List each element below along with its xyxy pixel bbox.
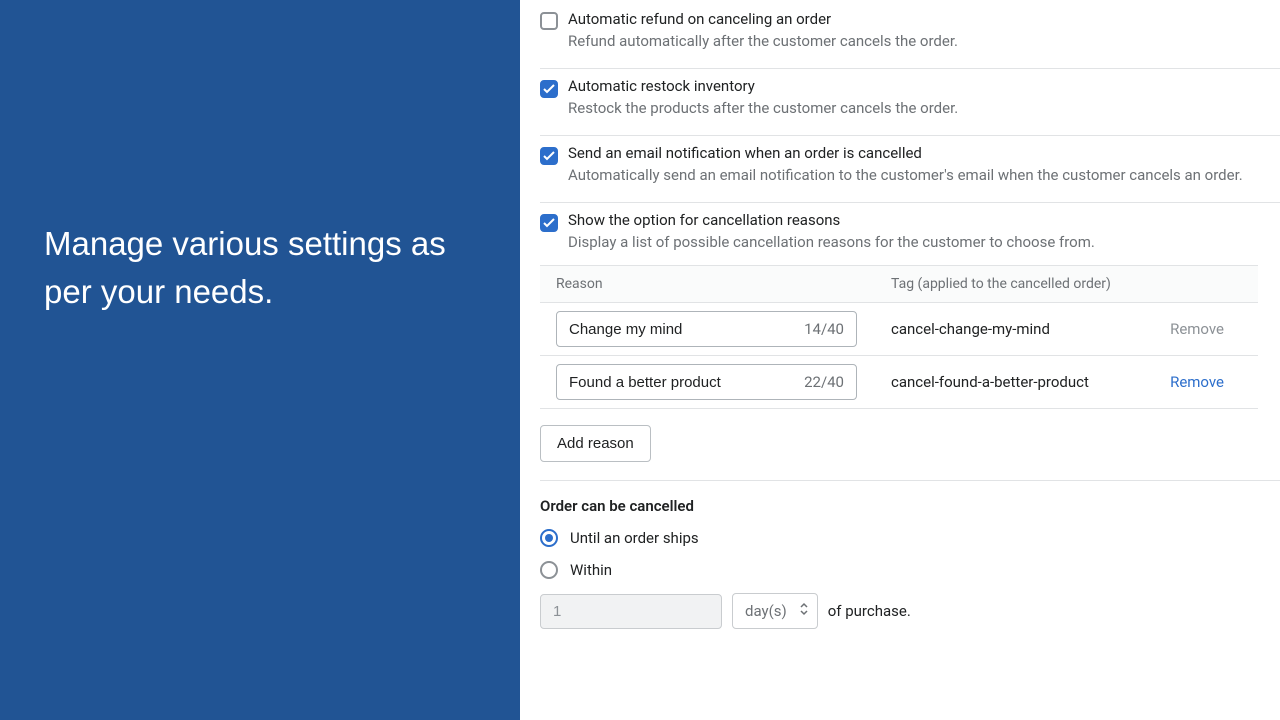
reason-text-field[interactable] [569,321,804,338]
label-auto-refund: Automatic refund on canceling an order [568,10,1260,28]
reason-input[interactable]: 14/40 [556,311,857,347]
setting-show-reasons: Show the option for cancellation reasons… [540,203,1280,261]
label-show-reasons: Show the option for cancellation reasons [568,211,1260,229]
setting-auto-restock: Automatic restock inventory Restock the … [540,69,1280,136]
within-number-input[interactable] [540,594,722,629]
reason-row: 14/40 cancel-change-my-mind Remove [540,303,1258,356]
char-count: 14/40 [804,320,844,338]
reason-tag: cancel-found-a-better-product [891,373,1170,391]
radio-within[interactable] [540,561,558,579]
radio-label-within: Within [570,561,612,579]
checkbox-show-reasons[interactable] [540,214,558,232]
checkbox-auto-refund[interactable] [540,12,558,30]
checkbox-email-notify[interactable] [540,147,558,165]
reason-input[interactable]: 22/40 [556,364,857,400]
col-header-reason: Reason [556,276,891,292]
desc-auto-refund: Refund automatically after the customer … [568,32,1260,50]
cancel-window-section: Order can be cancelled Until an order sh… [540,480,1280,629]
reason-text-field[interactable] [569,374,804,391]
desc-show-reasons: Display a list of possible cancellation … [568,233,1260,251]
reasons-header: Reason Tag (applied to the cancelled ord… [540,265,1258,303]
desc-email-notify: Automatically send an email notification… [568,166,1260,184]
checkbox-auto-restock[interactable] [540,80,558,98]
within-suffix: of purchase. [828,602,911,620]
desc-auto-restock: Restock the products after the customer … [568,99,1260,117]
remove-reason-link[interactable]: Remove [1170,320,1242,338]
reasons-table: Reason Tag (applied to the cancelled ord… [540,265,1258,409]
label-auto-restock: Automatic restock inventory [568,77,1260,95]
setting-auto-refund: Automatic refund on canceling an order R… [540,10,1280,69]
setting-email-notify: Send an email notification when an order… [540,136,1280,203]
add-reason-button[interactable]: Add reason [540,425,651,462]
radio-within-row: Within [540,561,1280,579]
promo-sidebar: Manage various settings as per your need… [0,0,520,720]
reason-tag: cancel-change-my-mind [891,320,1170,338]
remove-reason-link[interactable]: Remove [1170,373,1242,391]
cancel-window-title: Order can be cancelled [540,497,1280,515]
within-unit-label: day(s) [745,602,787,620]
char-count: 22/40 [804,373,844,391]
radio-label-until-ships: Until an order ships [570,529,699,547]
promo-heading: Manage various settings as per your need… [44,220,476,316]
col-header-tag: Tag (applied to the cancelled order) [891,276,1242,292]
within-inputs: day(s) of purchase. [540,593,1280,629]
label-email-notify: Send an email notification when an order… [568,144,1260,162]
chevron-updown-icon [799,602,809,620]
settings-panel: Automatic refund on canceling an order R… [520,0,1280,720]
radio-until-ships[interactable] [540,529,558,547]
within-unit-select[interactable]: day(s) [732,593,818,629]
reason-row: 22/40 cancel-found-a-better-product Remo… [540,356,1258,409]
radio-until-ships-row: Until an order ships [540,529,1280,547]
